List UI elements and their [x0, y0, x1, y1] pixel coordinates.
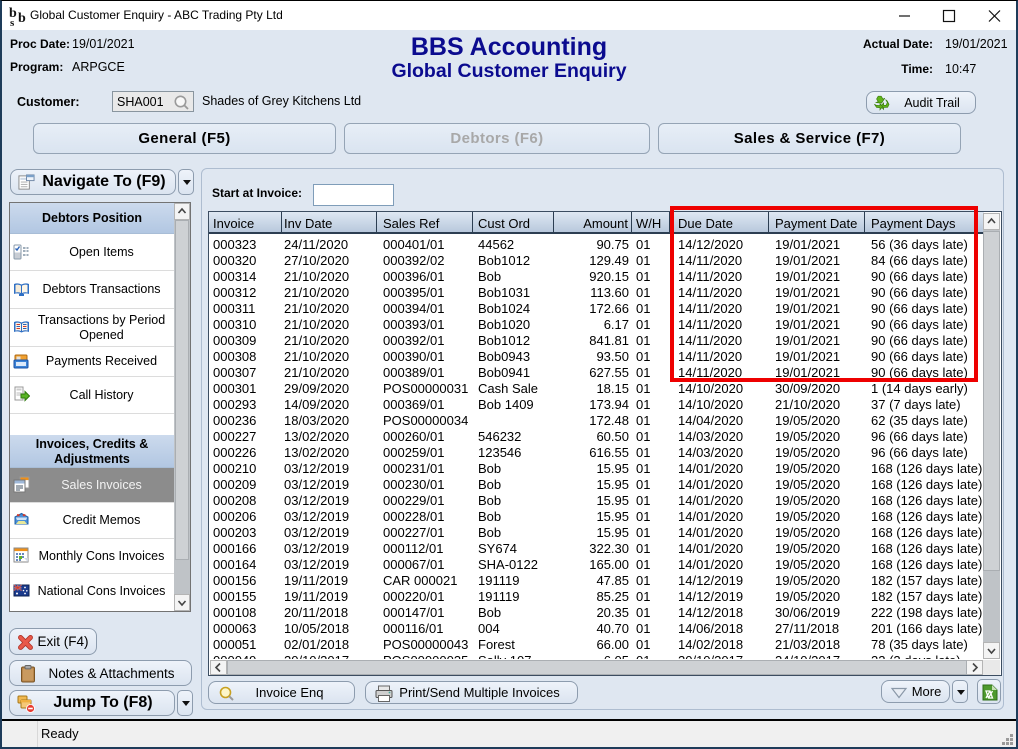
svg-text:s: s	[10, 17, 15, 28]
svg-text:b: b	[18, 11, 26, 26]
